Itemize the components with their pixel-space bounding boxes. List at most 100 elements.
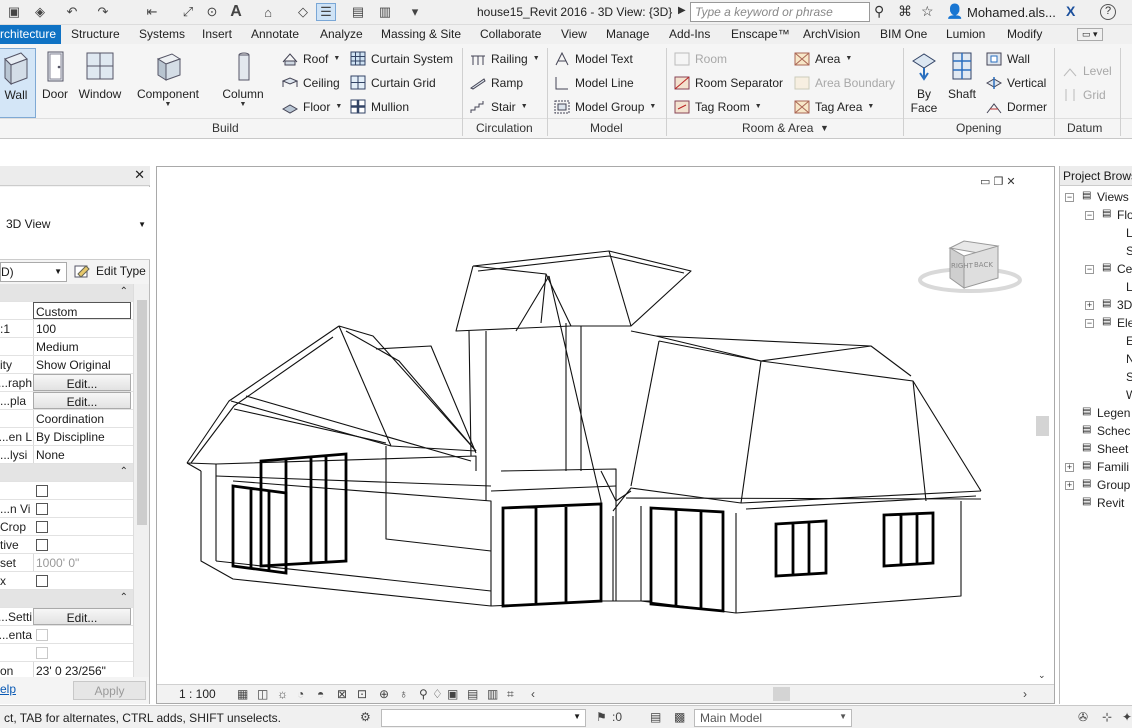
tab-archvision[interactable]: ArchVision — [803, 27, 860, 41]
property-row[interactable]: Coordination — [0, 410, 133, 428]
temporary-properties-icon[interactable]: ♢ — [432, 687, 443, 701]
worksharing-display-icon[interactable]: ▣ — [447, 687, 458, 701]
railing-button[interactable]: Railing ▼ — [470, 49, 540, 68]
property-row[interactable]: enta... — [0, 626, 133, 644]
tab-analyze[interactable]: Analyze — [320, 27, 363, 41]
select-pinned-icon[interactable]: ✦ — [1122, 710, 1132, 724]
view-vertical-scrollbar[interactable]: ⌄ — [1035, 170, 1050, 680]
viewcube-back-face[interactable]: BACK — [974, 261, 993, 269]
undo-icon[interactable]: ↶ — [62, 3, 82, 21]
scroll-right-icon[interactable]: › — [1023, 687, 1027, 701]
visual-style-icon[interactable]: ◫ — [257, 687, 268, 701]
property-row[interactable]: tive — [0, 536, 133, 554]
browser-node[interactable]: Group — [1097, 478, 1130, 492]
section-icon[interactable]: ◇ — [293, 3, 313, 21]
browser-node[interactable]: Views — [1097, 190, 1129, 204]
mullion-button[interactable]: Mullion — [350, 97, 409, 116]
user-name[interactable]: Mohamed.als... — [967, 5, 1056, 20]
tab-annotate[interactable]: Annotate — [251, 27, 299, 41]
close-icon[interactable]: ✕ — [134, 167, 145, 183]
show-crop-icon[interactable]: ⊡ — [357, 687, 367, 701]
sun-path-icon[interactable]: ☼ — [277, 687, 288, 701]
tab-lumion[interactable]: Lumion — [946, 27, 985, 41]
tab-enscape[interactable]: Enscape™ — [731, 27, 790, 41]
browser-node[interactable]: L — [1126, 226, 1132, 240]
worksets-icon[interactable]: ⚙ — [360, 710, 371, 724]
vertical-opening-button[interactable]: Vertical — [986, 73, 1046, 92]
browser-node[interactable]: E — [1126, 334, 1132, 348]
by-face-button[interactable]: By Face — [906, 48, 942, 118]
tab-modify[interactable]: Modify — [1007, 27, 1042, 41]
design-options-icon[interactable]: ▤ — [650, 710, 661, 724]
property-row[interactable]: pla... Edit... — [0, 392, 133, 410]
expand-icon[interactable]: + — [1065, 463, 1074, 472]
property-row[interactable]: Setti...Edit... — [0, 608, 133, 626]
tag-icon[interactable]: ⊙ — [202, 3, 222, 21]
property-value[interactable]: 1000' 0" — [33, 554, 131, 571]
properties-help-link[interactable]: elp — [0, 682, 16, 696]
tab-bim-one[interactable]: BIM One — [880, 27, 927, 41]
expand-icon[interactable]: + — [1065, 481, 1074, 490]
property-checkbox[interactable] — [36, 575, 48, 587]
workset-select[interactable]: ▼ — [381, 709, 586, 727]
ceiling-button[interactable]: Ceiling — [282, 73, 340, 92]
tab-add-ins[interactable]: Add-Ins — [669, 27, 710, 41]
property-row[interactable] — [0, 644, 133, 662]
property-checkbox[interactable] — [36, 629, 48, 641]
shadows-icon[interactable]: ◔ — [297, 687, 304, 701]
viewcube[interactable]: RIGHT BACK — [918, 238, 1022, 298]
restore-icon[interactable]: ❐ — [993, 176, 1003, 188]
browser-node[interactable]: W — [1126, 388, 1132, 402]
curtain-system-button[interactable]: Curtain System — [350, 49, 453, 68]
tab-systems[interactable]: Systems — [139, 27, 185, 41]
select-underlay-icon[interactable]: ⊹ — [1102, 710, 1112, 724]
3d-view-icon[interactable]: ⌂ — [258, 3, 278, 21]
favorites-icon[interactable]: ☆ — [921, 3, 934, 20]
property-group-header[interactable]: ⌃ — [0, 464, 133, 482]
browser-node[interactable]: N — [1126, 352, 1132, 366]
search-input[interactable]: Type a keyword or phrase — [690, 2, 870, 22]
property-value[interactable]: Coordination — [33, 410, 131, 427]
text-icon[interactable]: A — [226, 3, 246, 21]
property-checkbox[interactable] — [36, 485, 48, 497]
close-view-icon[interactable]: ✕ — [1006, 176, 1015, 188]
type-selector[interactable]: 3D View ▼ — [0, 187, 150, 260]
shaft-button[interactable]: Shaft — [943, 48, 981, 118]
redo-icon[interactable]: ↷ — [93, 3, 113, 21]
property-group-header[interactable]: ⌃ — [0, 284, 133, 302]
exchange-apps-icon[interactable]: X — [1066, 3, 1075, 19]
browser-node[interactable]: Eleva — [1117, 316, 1132, 330]
thin-lines-icon[interactable]: ☰ — [316, 3, 336, 21]
component-button[interactable]: Component ▼ — [134, 48, 202, 118]
property-checkbox[interactable] — [36, 647, 48, 659]
browser-node[interactable]: L — [1126, 280, 1132, 294]
collapse-icon[interactable]: − — [1085, 319, 1094, 328]
reveal-constraints-icon[interactable]: ⌗ — [507, 687, 514, 702]
instance-filter-select[interactable]: D) ▼ — [0, 262, 67, 282]
dimension-icon[interactable]: ⤢ — [178, 3, 198, 21]
filter-icon[interactable]: ⚑ — [596, 710, 607, 724]
room-area-expand-icon[interactable]: ▼ — [820, 123, 829, 133]
model-group-button[interactable]: Model Group ▼ — [554, 97, 656, 116]
curtain-grid-button[interactable]: Curtain Grid — [350, 73, 436, 92]
property-checkbox[interactable] — [36, 539, 48, 551]
model-line-button[interactable]: Model Line — [554, 73, 634, 92]
edit-type-button[interactable]: Edit Type — [74, 263, 146, 279]
property-value[interactable]: 23' 0 23/256" — [33, 662, 131, 677]
model-text-button[interactable]: Model Text — [554, 49, 633, 68]
column-button[interactable]: Column ▼ — [218, 48, 268, 118]
reveal-hidden-icon[interactable]: ⚲ — [419, 687, 428, 701]
property-group-header[interactable]: ⌃ — [0, 590, 133, 608]
subscription-icon[interactable]: ⌘ — [898, 3, 912, 20]
minimize-ribbon-icon[interactable]: ▭ ▾ — [1077, 28, 1103, 41]
area-boundary-button[interactable]: Area Boundary — [794, 73, 895, 92]
browser-node[interactable]: S — [1126, 370, 1132, 384]
apply-button[interactable]: Apply — [73, 681, 146, 700]
property-row[interactable]: Custom — [0, 302, 133, 320]
qat-customize-icon[interactable]: ▾ — [405, 3, 425, 21]
measure-icon[interactable]: ⇤ — [142, 3, 162, 21]
property-row[interactable]: ity Show Original — [0, 356, 133, 374]
tag-room-button[interactable]: Tag Room ▼ — [674, 97, 762, 116]
editable-only-icon[interactable]: ▩ — [674, 710, 685, 724]
window-button[interactable]: Window — [76, 48, 124, 118]
